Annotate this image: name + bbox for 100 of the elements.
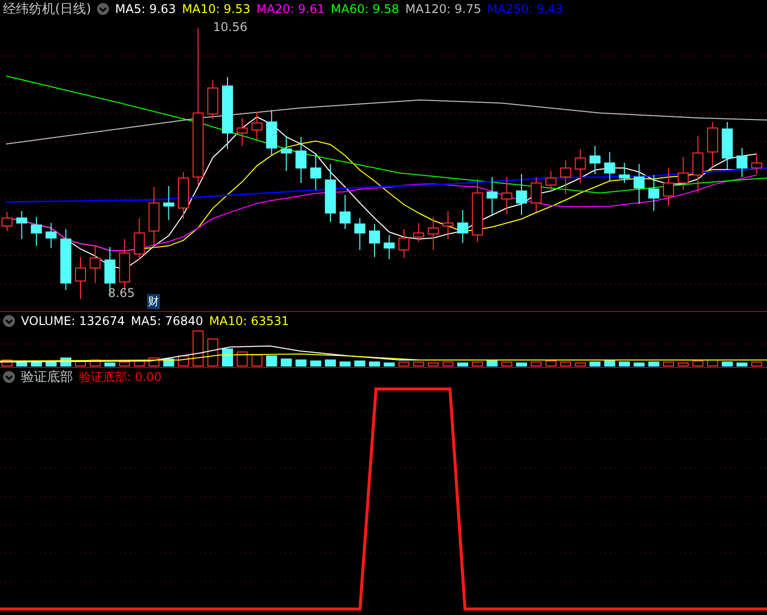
volume-bar [428, 362, 439, 366]
candlestick [428, 216, 439, 250]
volume-bar [574, 362, 586, 366]
dropdown-icon[interactable] [3, 371, 15, 383]
volume-bar [413, 362, 424, 366]
candlestick [692, 136, 704, 194]
volume-bar [736, 362, 748, 366]
volume-bar [560, 362, 572, 366]
dropdown-icon[interactable] [97, 3, 110, 15]
volume-bar [545, 360, 556, 366]
volume-bar [266, 356, 278, 366]
candlestick [90, 246, 101, 284]
volume-bar [280, 358, 292, 366]
candlestick [60, 228, 72, 290]
candlestick [310, 152, 322, 190]
legend-value: MA250: 9.43 [487, 2, 564, 16]
volume-bar [354, 360, 366, 366]
volume-bar [486, 360, 498, 366]
volume-bar [46, 362, 57, 366]
candlestick [663, 168, 674, 206]
legend-value: MA60: 9.58 [330, 2, 400, 16]
volume-bar [296, 360, 306, 366]
volume-bar [310, 360, 322, 366]
candlestick [545, 170, 556, 192]
volume-bar [340, 362, 351, 366]
low-price-label: 8.65 [108, 286, 135, 300]
legend-value: MA20: 9.61 [256, 2, 325, 16]
volume-bar [751, 362, 762, 366]
volume-bar [530, 362, 542, 366]
legend-value: MA10: 63531 [209, 314, 290, 328]
pane-title: 经纬纺机(日线) [3, 1, 92, 18]
candlestick [207, 80, 218, 120]
volume-bar [398, 362, 410, 366]
volume-bar [678, 362, 689, 366]
candlestick [148, 186, 160, 248]
candlestick [678, 156, 689, 190]
pane-title: 验证底部 [21, 369, 73, 386]
candlestick [707, 122, 718, 168]
candlestick [384, 234, 395, 260]
candlestick [442, 210, 454, 240]
volume-bar [442, 362, 454, 366]
candlestick [648, 174, 660, 212]
candlestick [486, 176, 498, 216]
candlestick [369, 224, 380, 258]
candlestick [46, 222, 57, 248]
legend-value: VOLUME: 132674 [21, 314, 125, 328]
candlestick [722, 122, 733, 170]
dropdown-icon[interactable] [3, 314, 15, 326]
candlestick [2, 212, 12, 232]
candlestick [266, 110, 278, 156]
volume-bar [222, 348, 233, 366]
volume-bar [16, 360, 28, 366]
volume-bar [236, 352, 248, 366]
volume-bar [590, 362, 600, 366]
candlestick [413, 222, 424, 242]
candlestick [163, 186, 174, 220]
candlestick [280, 136, 292, 172]
candlestick [457, 210, 468, 244]
volume-bar [648, 362, 660, 366]
volume-bar [192, 330, 204, 366]
volume-bar [30, 360, 42, 366]
candlestick [751, 154, 762, 174]
legend-value: MA5: 9.63 [115, 2, 176, 16]
volume-bar [722, 362, 733, 366]
candlestick [560, 160, 572, 194]
volume-bar [324, 360, 336, 366]
candlestick [354, 218, 366, 250]
volume-bar [472, 362, 483, 366]
volume-bar [75, 360, 86, 366]
candlestick [634, 164, 645, 204]
candlestick [618, 162, 630, 184]
candlestick [30, 216, 42, 246]
candlestick [736, 148, 748, 178]
candlestick [604, 152, 616, 182]
candlestick [472, 178, 483, 242]
candlestick [296, 136, 306, 184]
candlestick [251, 112, 262, 140]
volume-bar [384, 362, 395, 366]
volume-bar [369, 362, 380, 366]
volume-bar [604, 360, 616, 366]
candlestick [16, 210, 28, 240]
volume-bar [516, 362, 527, 366]
candlestick [340, 194, 351, 230]
candlestick [324, 164, 336, 222]
candlestick [178, 172, 189, 220]
legend-value: MA5: 76840 [130, 314, 204, 328]
volume-bar [207, 338, 218, 366]
candlestick [590, 146, 600, 174]
volume-bar [692, 360, 704, 366]
volume-bar [618, 362, 630, 366]
candlestick [398, 228, 410, 258]
volume-bar [119, 362, 130, 366]
candlestick [530, 176, 542, 212]
volume-bar [134, 360, 145, 366]
news-badge: 财 [147, 294, 160, 309]
candlestick [516, 174, 527, 216]
candlestick [501, 176, 512, 214]
volume-bar [104, 362, 116, 366]
volume-bar [457, 362, 468, 366]
volume-bar [501, 362, 512, 366]
